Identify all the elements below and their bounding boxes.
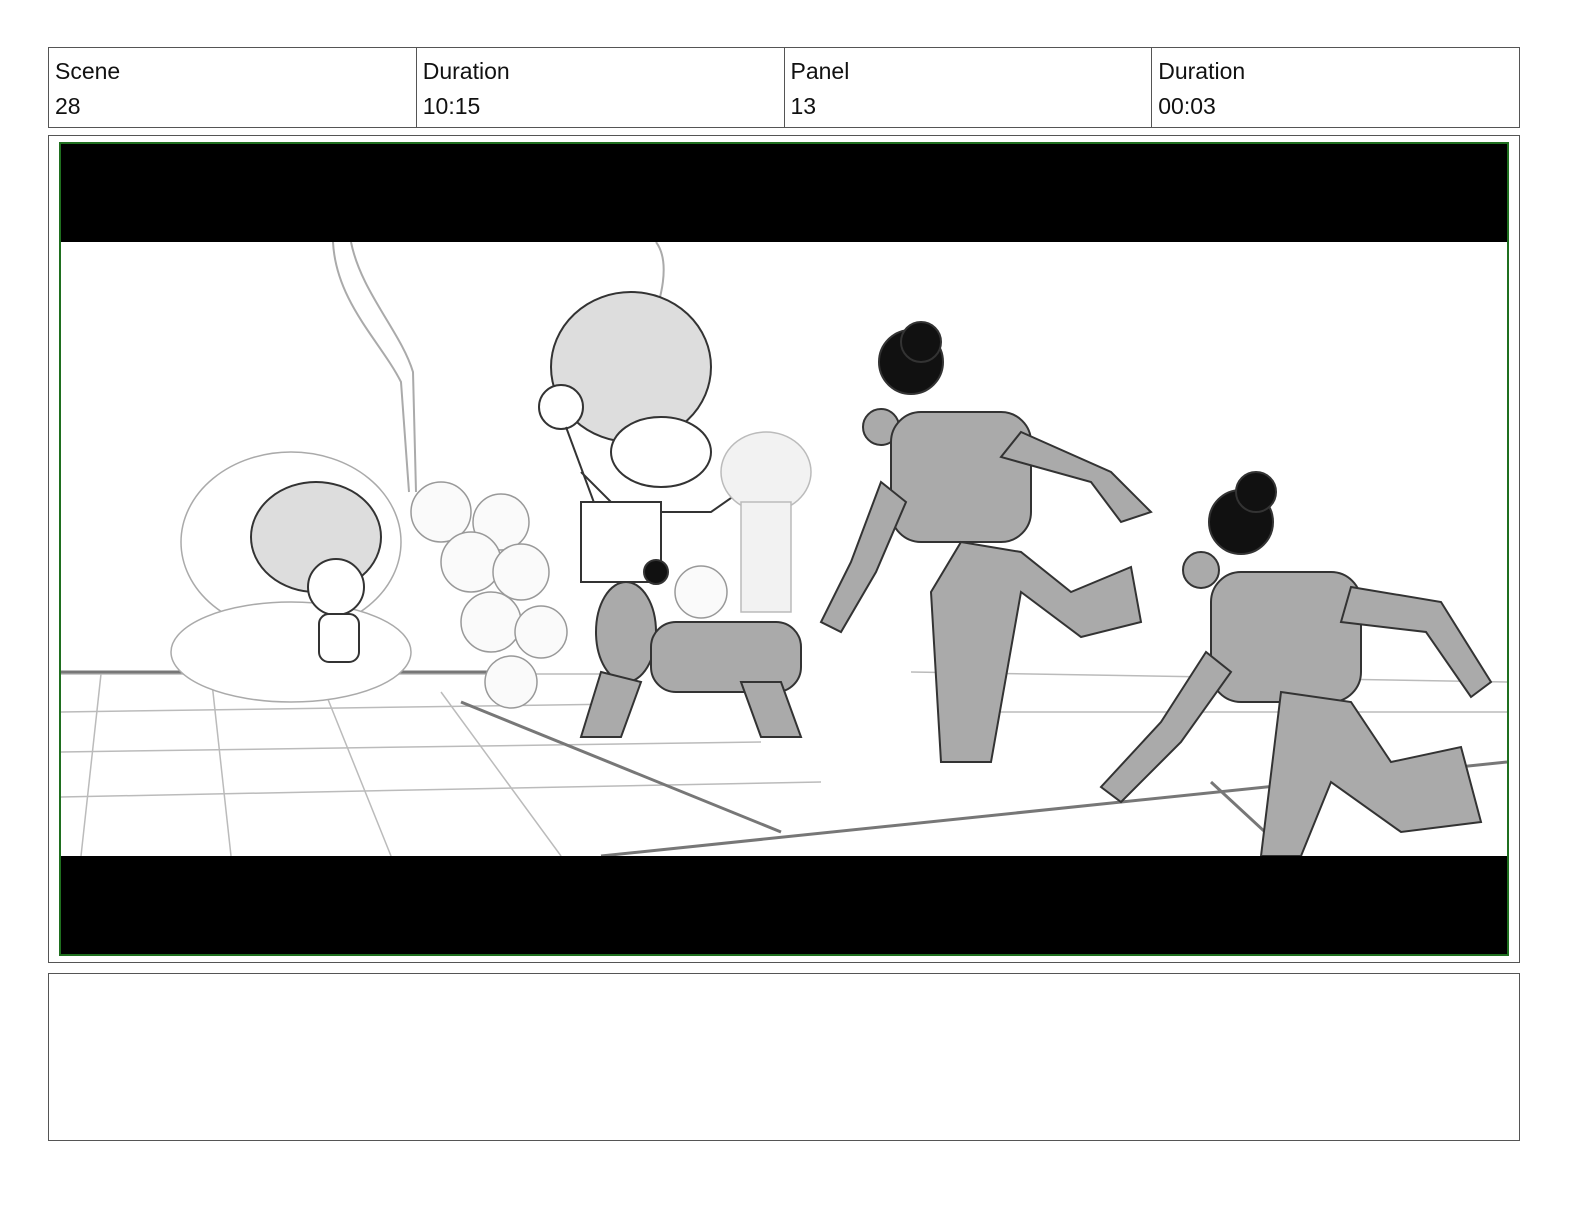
duration-cell: Duration 10:15 [417, 48, 785, 127]
scene-cell: Scene 28 [49, 48, 417, 127]
storyboard-header: Scene 28 Duration 10:15 Panel 13 Duratio… [48, 47, 1520, 128]
panel-duration-cell: Duration 00:03 [1152, 48, 1519, 127]
letterbox-top [61, 144, 1507, 242]
duration-value: 10:15 [422, 93, 481, 119]
panel-duration-label: Duration [1158, 58, 1246, 84]
panel-label: Panel [790, 58, 850, 84]
scene-label: Scene [55, 58, 121, 84]
storyboard-sketch [61, 242, 1507, 856]
panel-cell: Panel 13 [785, 48, 1153, 127]
duration-label: Duration [422, 58, 510, 84]
panel-notes [48, 973, 1520, 1141]
storyboard-panel [59, 142, 1509, 956]
letterbox-bottom [61, 856, 1507, 954]
panel-duration-value: 00:03 [1158, 93, 1216, 119]
panel-value: 13 [790, 93, 817, 119]
scene-value: 28 [55, 93, 81, 119]
